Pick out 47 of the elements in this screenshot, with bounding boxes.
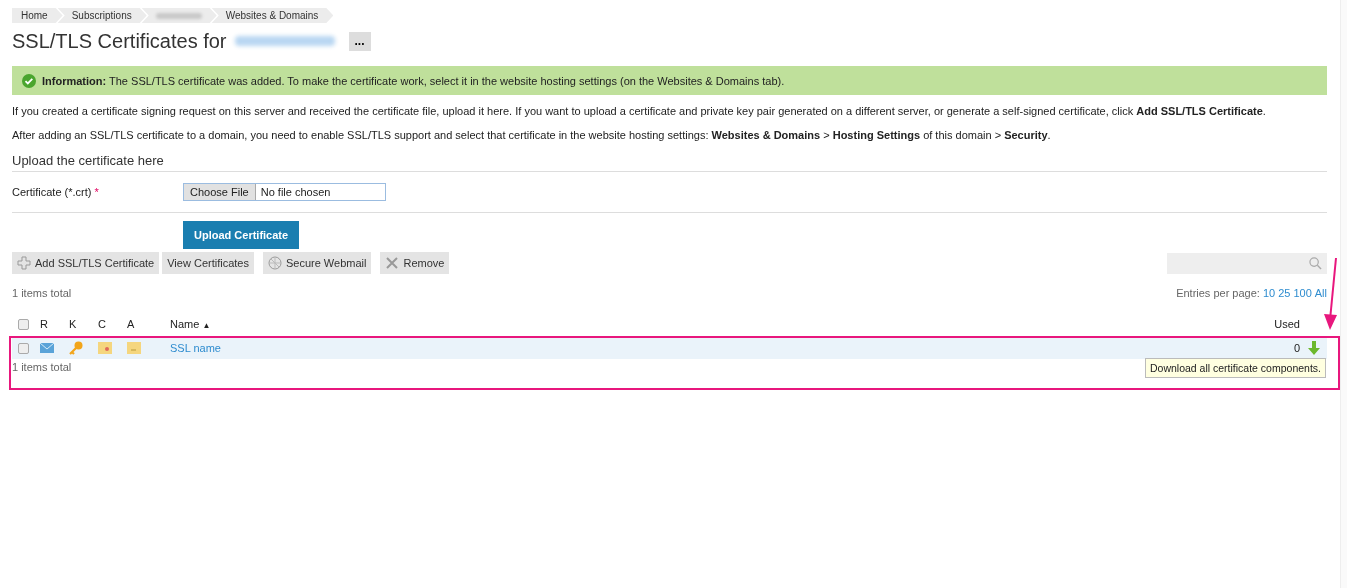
table-cell-text: 0 xyxy=(1292,342,1300,354)
message-text: Information: The SSL/TLS certificate was added. To make the certificate work, select it in the website hosting settings (on the Websites & Domains tab). xyxy=(42,74,785,87)
search-field[interactable] xyxy=(1167,252,1327,274)
select-all-checkbox[interactable] xyxy=(18,318,29,330)
breadcrumb-item[interactable]: Home xyxy=(12,8,63,23)
column-header: Used xyxy=(1273,318,1300,330)
items-count: 1 items total xyxy=(12,361,72,373)
webmail-button[interactable]: Secure Webmail xyxy=(262,252,372,274)
key-icon xyxy=(69,341,83,355)
view-button[interactable]: View Certificates xyxy=(162,252,254,274)
help-paragraph: If you created a certificate signing request on this server and received the certificate file, upload it here. If you want to upload a certificate and private key pair generated on a different server, or generate a self-signed certificate, click Add SSL/TLS Certificate. xyxy=(12,104,1267,119)
certificate-icon xyxy=(127,342,141,354)
check-circle-icon xyxy=(22,73,36,88)
choose-file-button[interactable]: Choose File xyxy=(184,184,256,200)
row-checkbox[interactable] xyxy=(18,342,29,354)
column-header: A xyxy=(127,318,136,330)
items-count: 1 items total xyxy=(12,287,72,299)
certificate-icon xyxy=(98,342,112,354)
add-button[interactable]: Add SSL/TLS Certificate xyxy=(12,252,160,274)
field-label: Certificate (*.crt) * xyxy=(12,186,100,198)
name-column-header[interactable]: Name ▲ xyxy=(170,318,211,330)
download-arrow-icon[interactable] xyxy=(1307,341,1320,355)
breadcrumb-item[interactable] xyxy=(141,8,217,23)
close-icon xyxy=(385,256,400,270)
scrollbar-track[interactable] xyxy=(1340,0,1347,588)
globe-icon xyxy=(267,256,282,270)
section-heading: Upload the certificate here xyxy=(12,153,1327,172)
page-size-link[interactable]: 100 xyxy=(1293,287,1312,299)
page-size-link[interactable]: 25 xyxy=(1278,287,1291,299)
column-header: K xyxy=(69,318,78,330)
breadcrumb-item[interactable]: Websites & Domains xyxy=(211,8,334,23)
page-size-link[interactable]: 10 xyxy=(1262,287,1276,299)
envelope-icon xyxy=(40,343,54,353)
file-input-field[interactable]: Choose File No file chosen xyxy=(183,183,386,201)
more-button[interactable]: ... xyxy=(348,31,371,51)
plus-icon xyxy=(17,256,31,270)
page-size-link[interactable]: All xyxy=(1314,287,1327,299)
help-paragraph: After adding an SSL/TLS certificate to a domain, you need to enable SSL/TLS support and select that certificate in the website hosting settings: Websites & Domains > Hosting Settings of this domain > Security. xyxy=(12,128,1052,143)
search-icon xyxy=(1309,256,1322,270)
upload-button[interactable]: Upload Certificate xyxy=(183,221,300,249)
column-header: C xyxy=(98,318,107,330)
entries-label: Entries per page: xyxy=(1176,287,1260,299)
breadcrumb-item[interactable]: Subscriptions xyxy=(57,8,147,23)
page-title: SSL/TLS Certificates for xyxy=(12,29,227,53)
remove-button[interactable]: Remove xyxy=(380,252,450,274)
tooltip: Download all certificate components. xyxy=(1145,358,1326,378)
column-header: R xyxy=(40,318,49,330)
